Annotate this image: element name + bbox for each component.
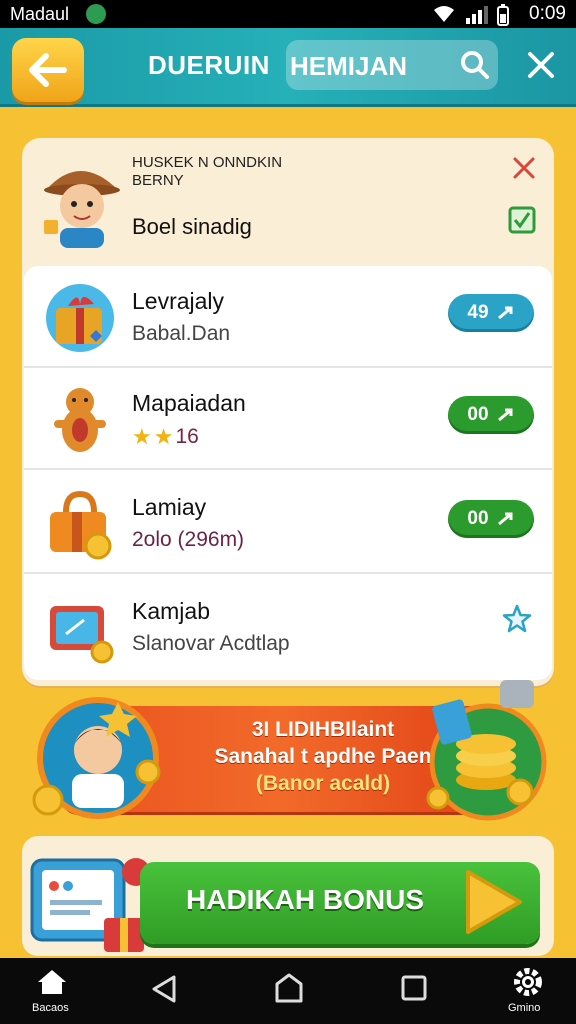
recents-nav-icon[interactable] [400, 974, 428, 1002]
list-item[interactable]: Kamjab Slanovar Acdtlap [24, 576, 552, 676]
notice-card: HUSKEK N ONNDKIN BERNY Boel sinadig [22, 138, 554, 266]
settings-tab[interactable]: Gmino [504, 958, 552, 1024]
item-subtitle: Babal.Dan [132, 322, 231, 345]
gear-icon [514, 968, 542, 996]
back-nav-icon[interactable] [150, 974, 178, 1004]
character-avatar [32, 697, 161, 819]
badge-value: 00 [467, 508, 489, 529]
arrow-icon [497, 408, 513, 422]
notice-line2: BERNY [132, 172, 184, 189]
item-subtitle: Slanovar Acdtlap [132, 632, 290, 655]
play-arrow-icon [466, 870, 522, 934]
home-icon [38, 970, 66, 994]
arrow-left-icon [29, 53, 67, 87]
arrow-icon [497, 306, 513, 320]
star-icon: ★ [132, 424, 152, 449]
home-nav-icon[interactable] [274, 972, 304, 1004]
coin-stack-icon [426, 680, 547, 821]
home-tab[interactable]: Bacaos [28, 958, 76, 1024]
back-button[interactable] [12, 38, 84, 102]
home-label: Bacaos [32, 1002, 69, 1014]
bonus-button-label: HADIKAH BONUS [186, 884, 424, 915]
dismiss-icon[interactable] [512, 156, 536, 180]
gingerbread-icon [54, 388, 106, 452]
gift-box-icon [46, 284, 114, 352]
item-title: Levrajaly [132, 288, 225, 314]
star-outline-icon[interactable] [502, 604, 532, 634]
item-subtitle: 2olo (296m) [132, 528, 245, 551]
treasure-chest-icon [50, 490, 112, 560]
search-input[interactable]: HEMIJAN [286, 40, 498, 90]
tablet-gift-icon [30, 858, 150, 952]
item-badge-button[interactable]: 00 [448, 396, 534, 434]
farmer-avatar [44, 171, 120, 248]
item-title: Kamjab [132, 598, 210, 624]
search-icon[interactable] [460, 50, 490, 80]
notice-text: Boel sinadig [132, 214, 252, 239]
signal-icon [466, 6, 488, 24]
badge-value: 49 [467, 302, 489, 323]
list-item[interactable]: Lamiay 2olo (296m) 00 [24, 472, 552, 574]
item-title: Mapaiadan [132, 390, 246, 416]
system-nav-bar: Bacaos Gmino [0, 958, 576, 1024]
item-rating: ★ ★ 16 [132, 424, 199, 450]
item-badge-button[interactable]: 49 [448, 294, 534, 332]
notice-line1: HUSKEK N ONNDKIN [132, 154, 283, 171]
clock: 0:09 [529, 3, 566, 24]
list-item[interactable]: Mapaiadan ★ ★ 16 00 [24, 368, 552, 470]
item-title: Lamiay [132, 494, 207, 520]
item-badge-button[interactable]: 00 [448, 500, 534, 538]
arrow-icon [497, 512, 513, 526]
list-item[interactable]: Levrajaly Babal.Dan 49 [24, 266, 552, 368]
app-header: DUERUIN HEMIJAN [0, 28, 576, 107]
carrier-label: Madaul [10, 4, 70, 24]
star-icon: ★ [153, 424, 174, 449]
search-text: HEMIJAN [290, 51, 408, 81]
wifi-icon [434, 6, 454, 22]
badge-value: 00 [467, 404, 489, 425]
status-bar: Madaul 0:09 [0, 0, 576, 28]
tv-screen-icon [50, 606, 114, 664]
checkbox-icon[interactable] [508, 206, 536, 234]
close-icon[interactable] [526, 50, 556, 80]
notice-header: HUSKEK N ONNDKIN BERNY [132, 154, 282, 190]
rating-value: 16 [175, 425, 199, 448]
settings-label: Gmino [508, 1002, 541, 1014]
promo-banner[interactable]: 3I LIDIHBIlaint Sanahal t apdhe Paen (Ba… [28, 680, 548, 824]
item-list: Levrajaly Babal.Dan 49 Mapaiadan ★ ★ 16 … [24, 266, 552, 680]
battery-icon [497, 4, 509, 26]
page-title: DUERUIN [148, 50, 270, 80]
notification-icon [86, 4, 106, 24]
